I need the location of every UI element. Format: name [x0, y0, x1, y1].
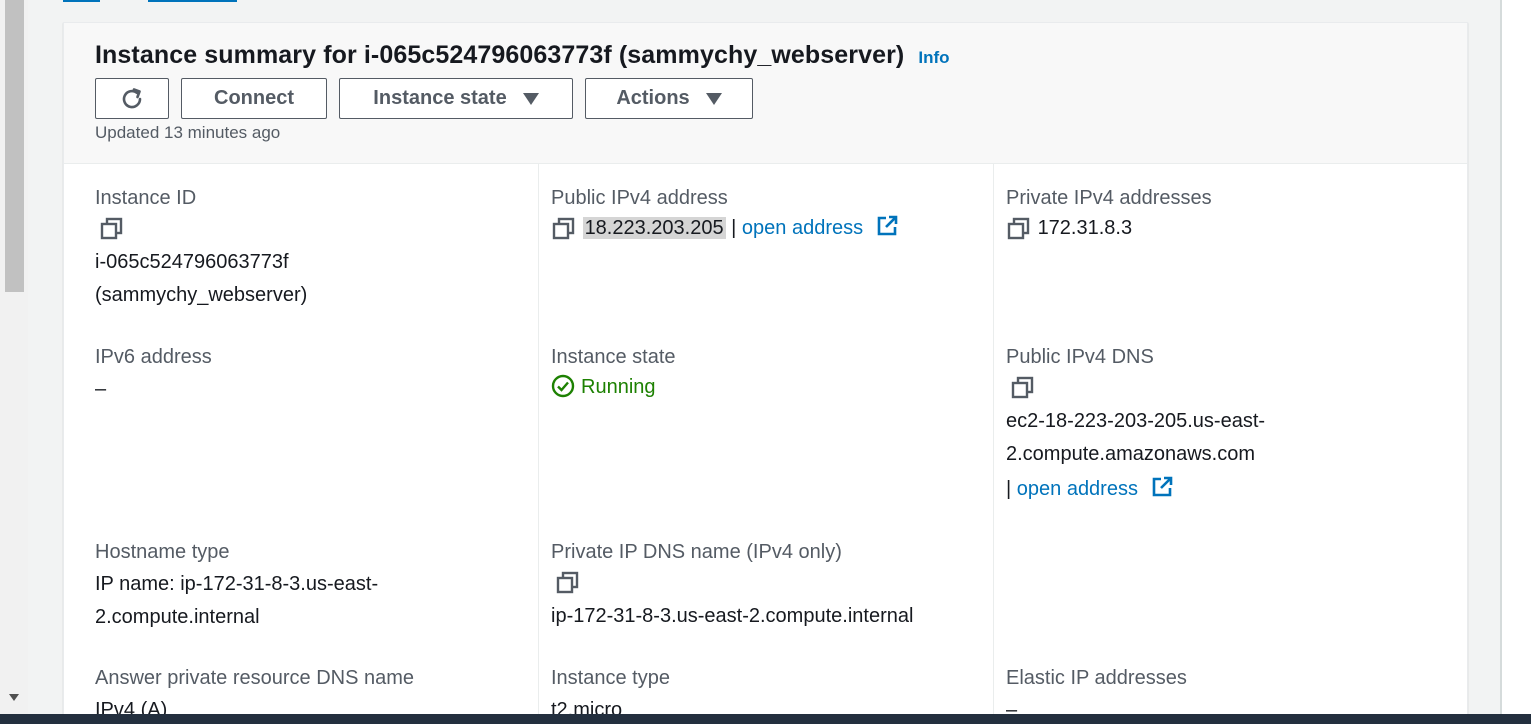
public-dns-value: ec2-18-223-203-205.us-east- — [1006, 410, 1266, 432]
instance-summary-panel: Instance summary for i-065c524796063773f… — [63, 22, 1468, 724]
bottom-bar — [0, 714, 1531, 724]
instance-id-field: Instance ID i-065c524796063773f (sammych… — [95, 186, 307, 312]
elastic-ip-label: Elastic IP addresses — [1006, 667, 1187, 689]
private-dns-label: Private IP DNS name (IPv4 only) — [551, 541, 842, 563]
actions-dropdown-label: Actions — [616, 87, 690, 109]
private-ipv4-field: Private IPv4 addresses 172.31.8.3 — [1006, 186, 1212, 245]
public-ipv4-value[interactable]: 18.223.203.205 — [582, 217, 726, 239]
answer-dns-label: Answer private resource DNS name — [95, 667, 415, 689]
caret-down-icon — [705, 92, 722, 105]
public-ipv4-label: Public IPv4 address — [551, 187, 728, 209]
ipv6-label: IPv6 address — [95, 346, 212, 368]
open-address-link[interactable]: open address — [1017, 478, 1138, 500]
hostname-type-value: IP name: ip-172-31-8-3.us-east- — [95, 573, 379, 595]
public-ipv4-field: Public IPv4 address 18.223.203.205 | ope… — [551, 186, 899, 245]
private-ipv4-row: 172.31.8.3 — [1006, 212, 1212, 245]
instance-id-label: Instance ID — [95, 187, 197, 209]
copy-icon[interactable] — [1010, 375, 1036, 401]
private-dns-value: ip-172-31-8-3.us-east-2.compute.internal — [551, 605, 914, 627]
page: Instance summary for i-065c524796063773f… — [0, 0, 1531, 724]
right-divider — [1500, 0, 1531, 714]
title-row: Instance summary for i-065c524796063773f… — [95, 41, 950, 70]
private-dns-field: Private IP DNS name (IPv4 only) ip-172-3… — [551, 540, 913, 633]
hostname-type-field: Hostname type IP name: ip-172-31-8-3.us-… — [95, 540, 378, 634]
details-column-2: Public IPv4 address 18.223.203.205 | ope… — [538, 164, 994, 724]
refresh-button[interactable] — [95, 78, 169, 119]
hostname-type-value-cont: 2.compute.internal — [95, 606, 260, 628]
ipv6-value: – — [95, 378, 107, 400]
separator: | — [1006, 478, 1012, 500]
info-link[interactable]: Info — [918, 48, 949, 68]
breadcrumb-underline[interactable] — [63, 0, 100, 2]
copy-icon[interactable] — [551, 216, 577, 242]
public-dns-field: Public IPv4 DNS ec2-18-223-203-205.us-ea… — [1006, 345, 1265, 506]
actions-dropdown[interactable]: Actions — [585, 78, 753, 119]
instance-state-dropdown-label: Instance state — [373, 87, 507, 109]
updated-timestamp: Updated 13 minutes ago — [95, 123, 281, 142]
hostname-type-label: Hostname type — [95, 541, 230, 563]
private-ipv4-value: 172.31.8.3 — [1037, 217, 1133, 239]
ipv6-field: IPv6 address – — [95, 345, 212, 406]
panel-header: Instance summary for i-065c524796063773f… — [64, 23, 1467, 164]
instance-type-label: Instance type — [551, 667, 670, 689]
instance-state-field: Instance state Running — [551, 345, 676, 404]
separator: | — [731, 217, 737, 239]
instance-state-row: Running — [551, 371, 676, 404]
caret-down-icon — [522, 92, 539, 105]
instance-id-value: i-065c524796063773f — [95, 251, 289, 273]
breadcrumb-underline[interactable] — [148, 0, 237, 2]
public-ipv4-row: 18.223.203.205 | open address — [551, 212, 899, 245]
connect-button[interactable]: Connect — [181, 78, 327, 119]
external-link-icon[interactable] — [1150, 475, 1174, 499]
left-scrollbar[interactable] — [0, 0, 28, 714]
action-buttons: Connect Instance state Actions — [95, 78, 753, 119]
copy-icon[interactable] — [99, 216, 125, 242]
public-dns-link-row: | open address — [1006, 473, 1265, 506]
status-check-icon — [551, 374, 575, 398]
public-dns-label: Public IPv4 DNS — [1006, 346, 1154, 368]
scrollbar-thumb[interactable] — [5, 0, 24, 292]
instance-state-value: Running — [581, 376, 656, 398]
copy-icon[interactable] — [555, 570, 581, 596]
instance-name-value: (sammychy_webserver) — [95, 284, 308, 306]
details-column-3: Private IPv4 addresses 172.31.8.3 Public… — [993, 164, 1449, 724]
private-ipv4-label: Private IPv4 addresses — [1006, 187, 1212, 209]
scroll-down-arrow-icon[interactable] — [9, 694, 19, 701]
instance-state-label: Instance state — [551, 346, 676, 368]
external-link-icon[interactable] — [875, 214, 899, 238]
instance-state-dropdown[interactable]: Instance state — [339, 78, 573, 119]
open-address-link[interactable]: open address — [742, 217, 863, 239]
page-title: Instance summary for i-065c524796063773f… — [95, 41, 905, 69]
copy-icon[interactable] — [1006, 216, 1032, 242]
public-dns-value-cont: 2.compute.amazonaws.com — [1006, 443, 1256, 465]
refresh-icon — [122, 87, 142, 108]
